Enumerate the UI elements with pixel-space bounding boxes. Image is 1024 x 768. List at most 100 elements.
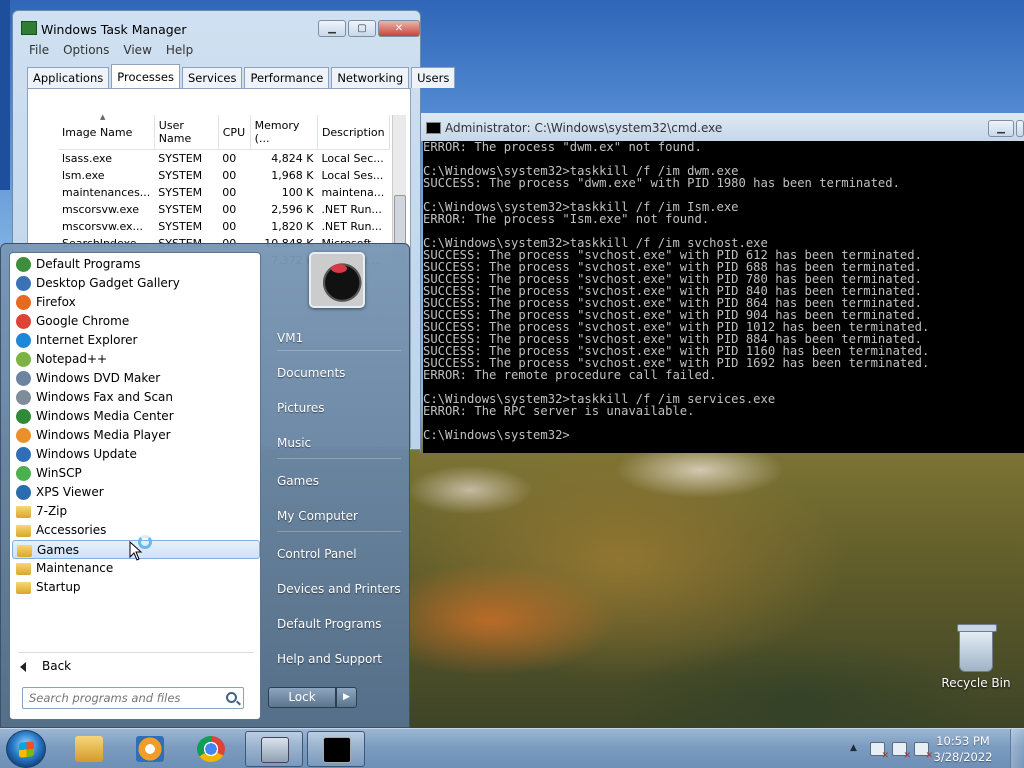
menu-help[interactable]: Help — [162, 41, 197, 61]
table-row[interactable]: mscorsvw.ex... SYSTEM 00 1,820 K .NET Run... — [58, 218, 390, 235]
program-item[interactable]: Firefox — [12, 293, 260, 312]
console-line: SUCCESS: The process "dwm.exe" with PID … — [423, 176, 900, 190]
program-label: Games — [37, 543, 79, 557]
proc-user: SYSTEM — [158, 151, 203, 165]
table-row[interactable]: maintenances... SYSTEM 00 100 K maintena... — [58, 184, 390, 201]
lock-button[interactable]: Lock — [268, 687, 336, 708]
program-item[interactable]: Startup — [12, 578, 260, 597]
cmd-minimize-button[interactable]: ▁ — [988, 120, 1014, 137]
program-label: Internet Explorer — [36, 333, 138, 347]
xps-viewer-icon — [16, 485, 31, 500]
menu-options[interactable]: Options — [59, 41, 113, 61]
program-item[interactable]: Notepad++ — [12, 350, 260, 369]
start-link-my-computer[interactable]: My Computer — [269, 502, 404, 530]
table-row[interactable]: mscorsvw.exe SYSTEM 00 2,596 K .NET Run... — [58, 201, 390, 218]
col-description[interactable]: Description — [317, 115, 391, 150]
tab-processes[interactable]: Processes — [111, 64, 180, 88]
program-item[interactable]: Internet Explorer — [12, 331, 260, 350]
console-line: ERROR: The remote procedure call failed. — [423, 368, 717, 382]
program-item[interactable]: WinSCP — [12, 464, 260, 483]
cmd-window[interactable]: Administrator: C:\Windows\system32\cmd.e… — [420, 113, 1024, 453]
start-link-help-and-support[interactable]: Help and Support — [269, 645, 404, 673]
start-link-pictures[interactable]: Pictures — [269, 394, 404, 422]
col-image-name[interactable]: Image Name — [58, 115, 155, 150]
start-link-control-panel[interactable]: Control Panel — [269, 540, 404, 568]
menu-view[interactable]: View — [119, 41, 155, 61]
taskbar-cmd[interactable] — [307, 731, 365, 767]
start-link-music[interactable]: Music — [269, 429, 404, 457]
program-item[interactable]: Desktop Gadget Gallery — [12, 274, 260, 293]
clock[interactable]: 10:53 PM 3/28/2022 — [930, 733, 996, 765]
search-box[interactable] — [22, 687, 244, 709]
program-item[interactable]: 7-Zip — [12, 502, 260, 521]
table-row[interactable]: lsass.exe SYSTEM 00 4,824 K Local Sec... — [58, 150, 390, 167]
recycle-bin-shortcut[interactable]: Recycle Bin — [940, 624, 1012, 690]
proc-cpu: 00 — [222, 185, 237, 199]
user-picture[interactable] — [309, 252, 365, 308]
back-button[interactable]: Back — [20, 659, 71, 673]
proc-description: .NET Run... — [321, 219, 382, 233]
table-row[interactable]: lsm.exe SYSTEM 00 1,968 K Local Ses... — [58, 167, 390, 184]
program-item[interactable]: Default Programs — [12, 255, 260, 274]
start-link-vm1[interactable]: VM1 — [269, 324, 404, 352]
program-item[interactable]: XPS Viewer — [12, 483, 260, 502]
task-manager-menubar: File Options View Help — [13, 41, 420, 61]
taskbar-explorer[interactable] — [60, 731, 118, 767]
program-label: Google Chrome — [36, 314, 130, 328]
tab-users[interactable]: Users — [411, 67, 456, 88]
proc-description: .NET Run... — [321, 202, 382, 216]
tab-performance[interactable]: Performance — [244, 67, 330, 88]
program-item[interactable]: Windows Media Center — [12, 407, 260, 426]
program-label: Maintenance — [36, 561, 114, 575]
maximize-button[interactable]: ▢ — [348, 20, 376, 37]
start-button[interactable] — [6, 730, 46, 768]
minimize-button[interactable]: ▁ — [318, 20, 346, 37]
tab-services[interactable]: Services — [181, 67, 243, 88]
program-item[interactable]: Windows Update — [12, 445, 260, 464]
start-menu-programs-pane: Default Programs Desktop Gadget Gallery Fi… — [9, 252, 261, 720]
proc-description: maintena... — [321, 185, 385, 199]
program-item[interactable]: Windows Fax and Scan — [12, 388, 260, 407]
dvd-maker-icon — [16, 371, 31, 386]
proc-memory: 4,824 K — [271, 151, 314, 165]
console-line: C:\Windows\system32> — [423, 428, 570, 442]
search-icon[interactable] — [226, 692, 237, 703]
clock-date: 3/28/2022 — [933, 750, 993, 764]
col-user-name[interactable]: User Name — [154, 115, 219, 150]
tab-applications[interactable]: Applications — [27, 67, 110, 88]
cmd-maximize-button[interactable] — [1016, 120, 1024, 137]
start-link-games[interactable]: Games — [269, 467, 404, 495]
start-link-default-programs[interactable]: Default Programs — [269, 610, 404, 638]
search-input[interactable] — [23, 688, 218, 708]
show-hidden-icons-button[interactable]: ▲ — [850, 743, 857, 753]
proc-user: SYSTEM — [158, 219, 203, 233]
start-link-documents[interactable]: Documents — [269, 359, 404, 387]
menu-file[interactable]: File — [25, 41, 53, 61]
col-cpu[interactable]: CPU — [218, 115, 251, 150]
col-memory[interactable]: Memory (... — [250, 115, 318, 150]
program-item[interactable]: Windows DVD Maker — [12, 369, 260, 388]
taskbar-media-player[interactable] — [121, 731, 179, 767]
folder-icon — [17, 545, 32, 557]
cmd-console[interactable]: ERROR: The process "dwm.ex" not found. C:… — [423, 141, 1024, 453]
action-center-icon[interactable] — [870, 742, 889, 761]
program-label: Desktop Gadget Gallery — [36, 276, 180, 290]
scrollbar-thumb[interactable] — [394, 195, 406, 245]
shutdown-options-arrow[interactable]: ▶ — [336, 687, 357, 708]
close-button[interactable]: ✕ — [378, 20, 420, 37]
taskbar-task-manager[interactable] — [245, 731, 303, 767]
program-label: XPS Viewer — [36, 485, 104, 499]
program-item[interactable]: Google Chrome — [12, 312, 260, 331]
start-link-devices-and-printers[interactable]: Devices and Printers — [269, 575, 404, 603]
tab-networking[interactable]: Networking — [331, 67, 410, 88]
program-item[interactable]: Maintenance — [12, 559, 260, 578]
volume-icon[interactable] — [914, 742, 933, 761]
show-desktop-button[interactable] — [1010, 729, 1024, 768]
network-icon[interactable] — [892, 742, 911, 761]
program-item[interactable]: Windows Media Player — [12, 426, 260, 445]
program-item[interactable]: Accessories — [12, 521, 260, 540]
proc-description: Local Ses... — [321, 168, 384, 182]
taskbar-chrome[interactable] — [182, 731, 240, 767]
program-label: Windows DVD Maker — [36, 371, 161, 385]
program-label: Default Programs — [36, 257, 141, 271]
